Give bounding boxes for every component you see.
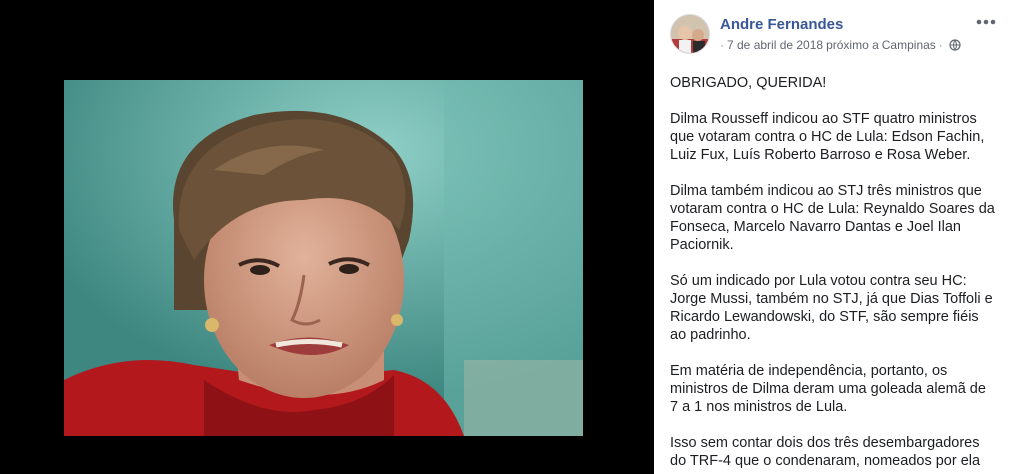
globe-icon[interactable]	[949, 39, 961, 51]
post-header: Andre Fernandes · 7 de abril de 2018 pró…	[654, 0, 1011, 64]
photo-viewer	[0, 0, 654, 474]
more-options-icon[interactable]	[975, 12, 997, 32]
photo-illustration	[64, 80, 583, 436]
location-link[interactable]: Campinas	[882, 38, 936, 52]
post-paragraph: Dilma Rousseff indicou ao STF quatro min…	[670, 111, 985, 163]
post-paragraph: Dilma também indicou ao STJ três ministr…	[670, 183, 995, 253]
meta-separator-2: ·	[938, 38, 943, 52]
post-date-link[interactable]: 7 de abril de 2018	[727, 38, 823, 52]
post-text: OBRIGADO, QUERIDA! Dilma Rousseff indico…	[670, 74, 998, 474]
post-meta: · 7 de abril de 2018 próximo a Campinas …	[720, 38, 961, 52]
post-paragraph: OBRIGADO, QUERIDA!	[670, 75, 827, 91]
post-panel: Andre Fernandes · 7 de abril de 2018 pró…	[654, 0, 1011, 474]
post-paragraph: Só um indicado por Lula votou contra seu…	[670, 273, 993, 343]
author-name-link[interactable]: Andre Fernandes	[720, 16, 843, 33]
avatar[interactable]	[670, 14, 710, 54]
meta-separator: ·	[720, 38, 724, 52]
post-photo[interactable]	[64, 80, 583, 436]
post-paragraph: Em matéria de independência, portanto, o…	[670, 363, 986, 415]
location-prefix: próximo a	[826, 38, 879, 52]
post-paragraph: Isso sem contar dois dos três desembarga…	[670, 435, 981, 469]
